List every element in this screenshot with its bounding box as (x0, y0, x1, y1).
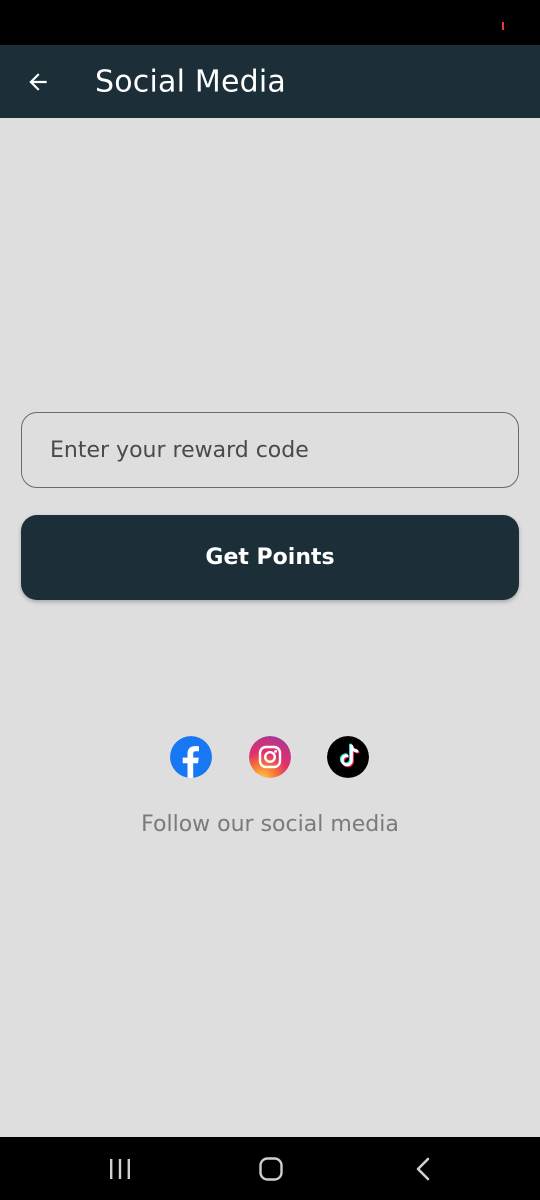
follow-social-text: Follow our social media (141, 812, 399, 837)
status-bar (0, 0, 540, 45)
back-icon (416, 1157, 430, 1180)
home-button[interactable] (241, 1137, 301, 1200)
instagram-icon[interactable] (249, 736, 291, 778)
home-icon (259, 1156, 283, 1181)
facebook-icon[interactable] (170, 736, 212, 778)
tiktok-icon[interactable] (327, 736, 369, 778)
page-title: Social Media (95, 64, 286, 99)
notification-dot (502, 22, 504, 30)
back-button[interactable] (18, 62, 58, 102)
reward-code-input[interactable] (21, 412, 519, 488)
system-back-button[interactable] (393, 1137, 453, 1200)
app-bar: Social Media (0, 45, 540, 118)
recent-apps-button[interactable] (90, 1137, 150, 1200)
arrow-left-icon (29, 72, 47, 91)
social-icons-row (0, 736, 540, 780)
recent-apps-icon (110, 1158, 130, 1179)
system-nav-bar (0, 1137, 540, 1200)
get-points-button[interactable]: Get Points (21, 515, 519, 600)
